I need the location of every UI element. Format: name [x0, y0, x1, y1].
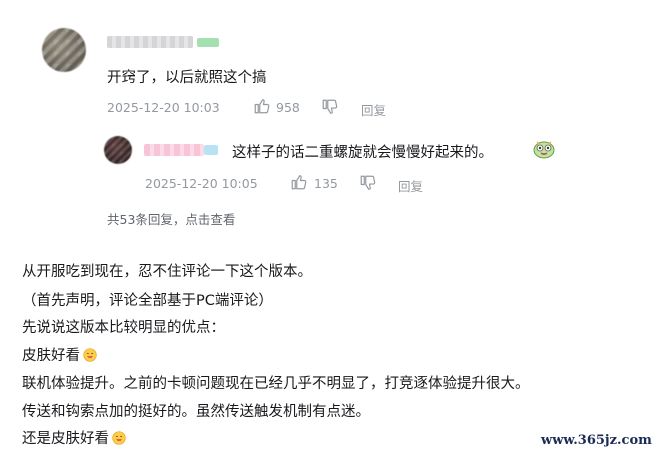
comment-like-count: 958: [276, 100, 300, 115]
commenter-avatar[interactable]: [42, 28, 86, 72]
thumb-up-icon[interactable]: [290, 173, 308, 191]
commenter-username-blurred[interactable]: [107, 36, 193, 48]
post-line: 联机体验提升。之前的卡顿问题现在已经几乎不明显了，打竞逐体验提升很大。: [22, 376, 530, 392]
smile-emoji-icon: [112, 431, 126, 445]
post-line-text: 皮肤好看: [22, 348, 80, 364]
post-line-text: 还是皮肤好看: [22, 431, 109, 447]
post-line: 传送和钩索点加的挺好的。虽然传送触发机制有点迷。: [22, 404, 370, 420]
user-level-badge: [197, 38, 219, 47]
post-line-with-emoji: 还是皮肤好看: [22, 427, 126, 448]
reply-timestamp: 2025-12-20 10:05: [145, 176, 258, 191]
comment-timestamp: 2025-12-20 10:03: [107, 100, 220, 115]
post-line-with-emoji: 皮肤好看: [22, 344, 97, 365]
thumb-up-icon[interactable]: [253, 97, 271, 115]
post-line: （首先声明，评论全部基于PC端评论）: [22, 293, 273, 309]
reply-like-count: 135: [314, 176, 338, 191]
thumb-down-icon[interactable]: [321, 98, 339, 116]
comment-reply-button[interactable]: 回复: [361, 100, 386, 119]
site-watermark: www.365jz.com: [541, 433, 652, 448]
comment-text: 开窍了，以后就照这个搞: [107, 70, 267, 86]
replier-username-blurred[interactable]: [144, 144, 204, 156]
view-more-replies-link[interactable]: 共53条回复，点击查看: [107, 209, 235, 228]
emoji-sticker-icon: [533, 141, 555, 159]
user-level-badge: [204, 145, 218, 155]
thumb-down-icon[interactable]: [359, 174, 377, 192]
reply-text: 这样子的话二重螺旋就会慢慢好起来的。: [232, 145, 493, 161]
smile-emoji-icon: [83, 348, 97, 362]
post-line: 从开服吃到现在，忍不住评论一下这个版本。: [22, 264, 312, 280]
reply-reply-button[interactable]: 回复: [398, 176, 423, 195]
post-line: 先说说这版本比较明显的优点：: [22, 320, 225, 336]
replier-avatar[interactable]: [104, 136, 132, 164]
